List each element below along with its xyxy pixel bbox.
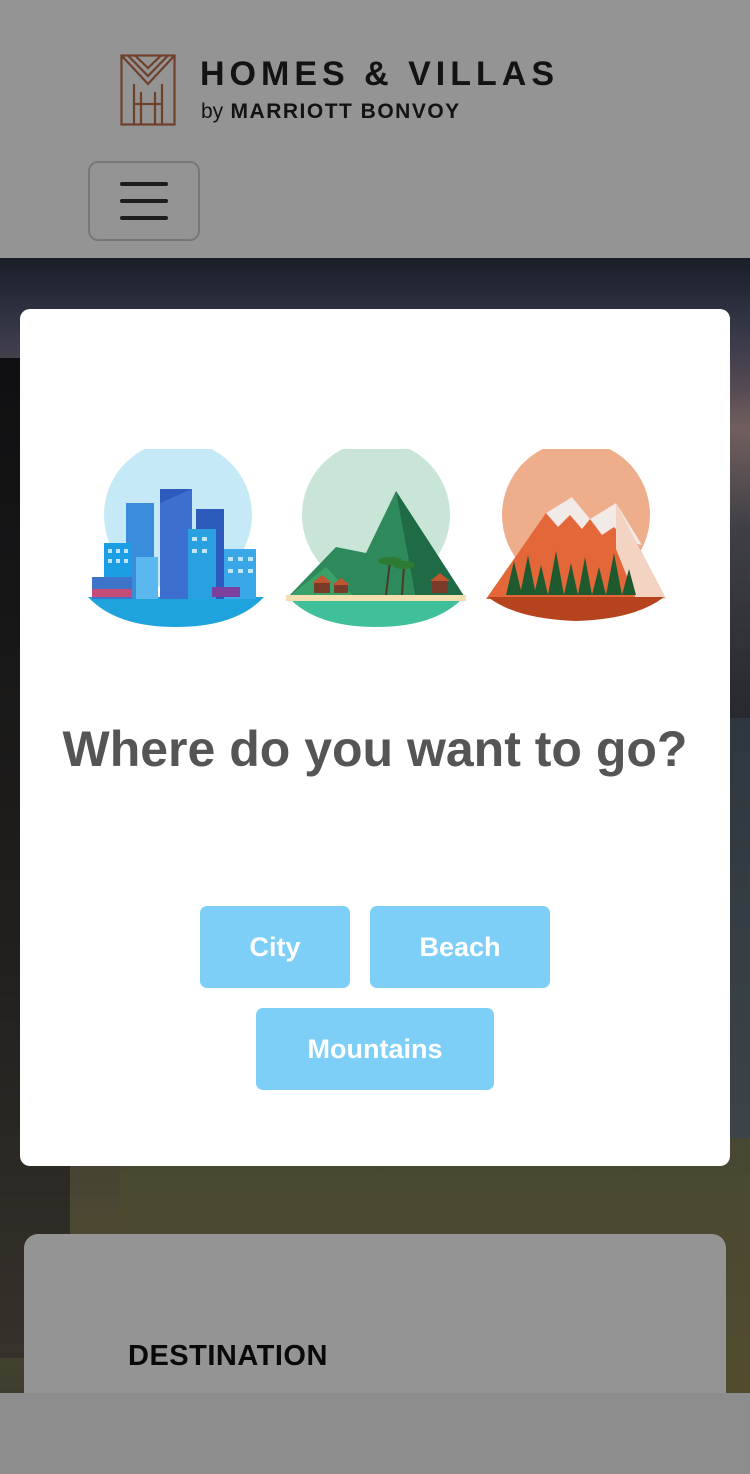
modal-title: Where do you want to go? — [62, 721, 688, 777]
mountains-button[interactable]: Mountains — [256, 1008, 494, 1090]
city-illustration — [88, 449, 264, 627]
city-button[interactable]: City — [200, 906, 350, 988]
destination-type-modal: Where do you want to go? City Beach Moun… — [20, 309, 730, 1166]
illustrations — [86, 449, 666, 629]
beach-button[interactable]: Beach — [370, 906, 550, 988]
mountains-illustration — [486, 449, 666, 621]
beach-illustration — [286, 449, 466, 627]
